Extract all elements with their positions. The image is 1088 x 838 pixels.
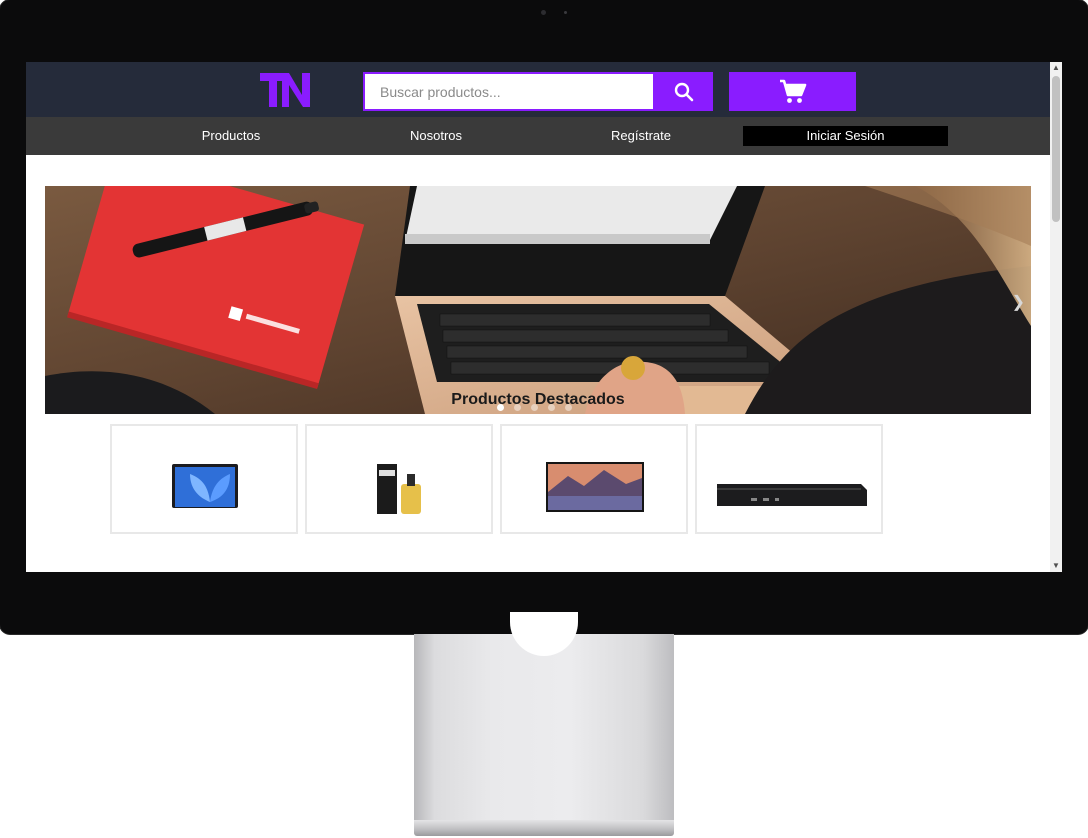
cart-icon xyxy=(779,79,806,103)
product-card[interactable] xyxy=(500,424,688,534)
scrollbar[interactable]: ▲ ▼ xyxy=(1050,62,1062,572)
search-box xyxy=(363,72,655,111)
nav-registrate[interactable]: Regístrate xyxy=(586,117,696,155)
product-card[interactable] xyxy=(305,424,493,534)
scroll-up-icon[interactable]: ▲ xyxy=(1050,62,1062,74)
sensor-icon xyxy=(564,11,567,14)
search-button[interactable] xyxy=(655,72,713,111)
product-card[interactable] xyxy=(110,424,298,534)
hero-image xyxy=(45,186,1031,414)
chevron-right-icon[interactable]: ❯ xyxy=(1012,292,1025,312)
logo[interactable] xyxy=(258,71,312,109)
nav-productos[interactable]: Productos xyxy=(176,117,286,155)
laptop-image xyxy=(172,464,238,508)
camera-icon xyxy=(541,10,546,15)
scroll-thumb[interactable] xyxy=(1052,76,1060,222)
ink-bottle-image xyxy=(377,464,421,514)
section-title: Productos Destacados xyxy=(451,391,625,408)
nav-nosotros[interactable]: Nosotros xyxy=(381,117,491,155)
cart-button[interactable] xyxy=(729,72,856,111)
search-input[interactable] xyxy=(365,74,653,109)
mini-pc-image xyxy=(717,484,867,506)
search-icon xyxy=(674,82,694,101)
scroll-down-icon[interactable]: ▼ xyxy=(1050,560,1062,572)
monitor-chin xyxy=(26,572,1062,610)
monitor-landscape-image xyxy=(546,462,644,512)
monitor-stand xyxy=(414,634,674,820)
site-header xyxy=(26,62,1050,117)
hero-carousel[interactable]: ❯ xyxy=(45,186,1031,414)
login-button[interactable]: Iniciar Sesión xyxy=(743,126,948,146)
stand-base xyxy=(414,820,674,836)
product-card[interactable] xyxy=(695,424,883,534)
main-nav: Productos Nosotros Regístrate Iniciar Se… xyxy=(26,117,1050,155)
